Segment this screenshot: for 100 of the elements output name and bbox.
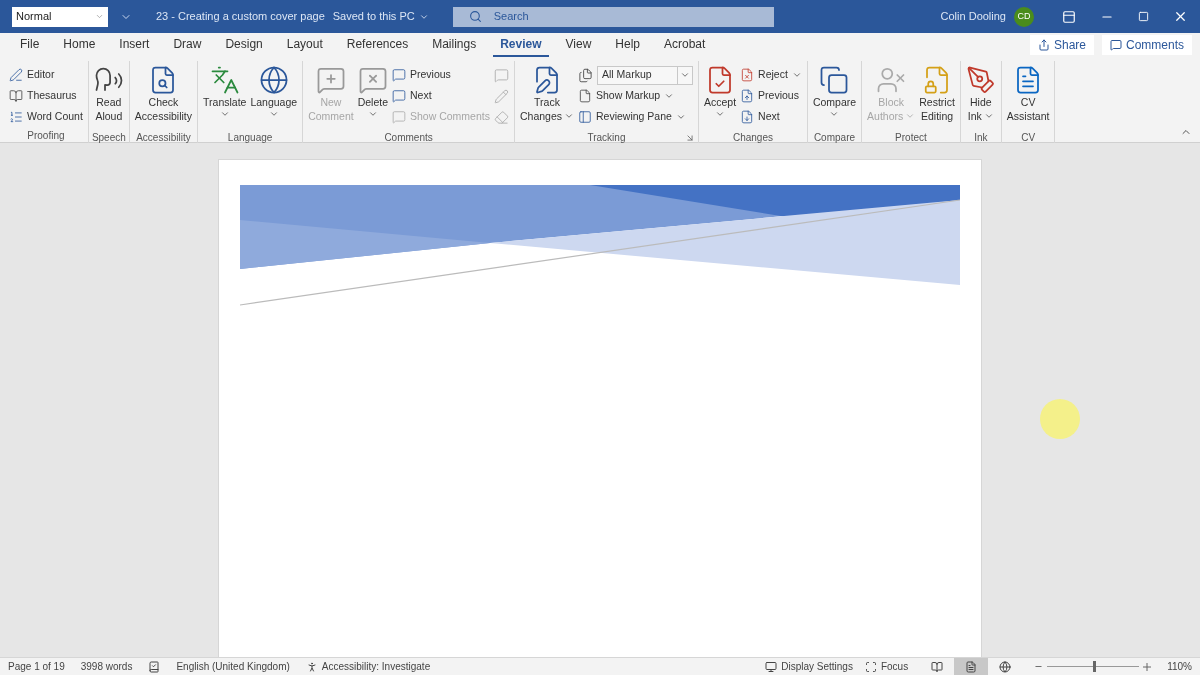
group-label: Tracking bbox=[587, 131, 626, 145]
ribbon-tab[interactable]: File bbox=[13, 33, 47, 57]
ribbon-button[interactable]: Thesaurus bbox=[9, 86, 77, 106]
page-count[interactable]: Page 1 of 19 bbox=[8, 659, 65, 674]
share-button[interactable]: Share bbox=[1029, 35, 1094, 55]
zoom-in-icon[interactable] bbox=[1143, 662, 1152, 671]
caret-icon bbox=[829, 109, 840, 119]
caret-icon bbox=[367, 109, 378, 119]
focus-icon bbox=[864, 660, 877, 673]
comment-icon bbox=[392, 110, 406, 124]
ribbon-tab[interactable]: References bbox=[339, 33, 416, 57]
cursor-highlight bbox=[1040, 399, 1080, 439]
user-name: Colin Dooling bbox=[940, 9, 1006, 25]
ribbon-button[interactable]: Accept bbox=[702, 61, 739, 131]
ribbon-button[interactable]: Translate bbox=[201, 61, 249, 131]
documents-icon bbox=[578, 67, 593, 83]
caret-icon bbox=[983, 111, 994, 121]
caret-icon bbox=[664, 91, 675, 101]
user-block-icon bbox=[876, 65, 907, 95]
caret-icon bbox=[268, 109, 279, 119]
book-icon bbox=[931, 660, 944, 673]
translate-icon bbox=[209, 65, 240, 95]
ribbon-tab[interactable]: Review bbox=[493, 33, 549, 57]
comment-icon bbox=[392, 68, 406, 82]
ribbon-button[interactable]: Previous bbox=[740, 86, 799, 106]
pen-icon bbox=[9, 68, 23, 82]
markup-select[interactable]: All Markup bbox=[597, 65, 693, 85]
ribbon-tab[interactable]: Design bbox=[218, 33, 270, 57]
group-label: Changes bbox=[732, 131, 773, 145]
caret-icon bbox=[791, 70, 802, 80]
ribbon-button[interactable]: Delete bbox=[355, 61, 390, 131]
group-label: Language bbox=[227, 131, 273, 145]
group-label: Protect bbox=[895, 131, 927, 145]
word-count[interactable]: 3998 words bbox=[80, 659, 133, 674]
ribbon-button[interactable]: Track Changes bbox=[517, 61, 576, 131]
ribbon-button[interactable]: Hide Ink bbox=[963, 61, 998, 131]
focus-button[interactable]: Focus bbox=[864, 659, 909, 674]
group-label: Proofing bbox=[27, 129, 65, 143]
dialog-launcher-icon[interactable] bbox=[685, 133, 695, 143]
ribbon-tab[interactable]: Draw bbox=[166, 33, 209, 57]
comments-button[interactable]: Comments bbox=[1102, 35, 1192, 55]
ribbon-button[interactable]: Restrict Editing bbox=[917, 61, 957, 131]
ribbon-button[interactable]: Next bbox=[740, 107, 780, 127]
comment-icon bbox=[1110, 39, 1122, 51]
accessibility-status[interactable]: Accessibility: Investigate bbox=[305, 659, 431, 674]
ribbon-tab[interactable]: Home bbox=[56, 33, 103, 57]
comment-delete-icon bbox=[357, 65, 388, 95]
proofing-icon[interactable] bbox=[148, 660, 161, 673]
document-icon bbox=[578, 89, 592, 103]
ribbon-tab[interactable]: Layout bbox=[279, 33, 330, 57]
group-label: Comments bbox=[384, 131, 433, 145]
ribbon-tab[interactable]: Mailings bbox=[425, 33, 484, 57]
ribbon-tab[interactable]: Insert bbox=[112, 33, 157, 57]
search-icon bbox=[468, 10, 482, 23]
ribbon-button[interactable]: Language bbox=[248, 61, 300, 131]
ribbon-button[interactable]: Compare bbox=[810, 61, 859, 131]
globe-icon bbox=[258, 65, 289, 95]
group-label: Speech bbox=[91, 131, 126, 145]
caret-icon bbox=[905, 111, 916, 121]
document-down-icon bbox=[740, 110, 755, 124]
caret-icon bbox=[675, 112, 686, 122]
monitor-icon bbox=[765, 660, 778, 673]
display-settings-button[interactable]: Display Settings bbox=[765, 659, 853, 674]
ribbon-button[interactable]: Read Aloud bbox=[91, 61, 126, 131]
book-icon bbox=[9, 89, 23, 103]
share-icon bbox=[1037, 39, 1050, 51]
style-box[interactable]: Normal bbox=[12, 6, 108, 27]
save-status[interactable]: Saved to this PC bbox=[332, 8, 429, 25]
caret-icon bbox=[715, 109, 726, 119]
zoom-level[interactable]: 110% bbox=[1167, 659, 1192, 674]
ribbon-tab[interactable]: View bbox=[558, 33, 599, 57]
document-x-icon bbox=[740, 68, 755, 82]
comment-icon bbox=[392, 89, 406, 103]
view-mode-button[interactable] bbox=[954, 658, 989, 675]
documents-icon bbox=[819, 65, 850, 95]
ribbon-button[interactable]: Editor bbox=[9, 65, 55, 85]
ribbon-button[interactable]: Word Count bbox=[9, 107, 83, 127]
ribbon-tab[interactable]: Help bbox=[608, 33, 647, 57]
ribbon-button[interactable]: CV Assistant bbox=[1004, 61, 1052, 131]
close-icon[interactable] bbox=[1173, 9, 1188, 24]
language-status[interactable]: English (United Kingdom) bbox=[176, 659, 290, 674]
zoom-thumb[interactable] bbox=[1093, 661, 1097, 672]
maximize-icon[interactable] bbox=[1138, 11, 1149, 22]
list-icon bbox=[9, 110, 23, 124]
ribbon-options-icon[interactable] bbox=[1062, 9, 1076, 24]
user-avatar[interactable]: CD bbox=[1014, 6, 1034, 27]
caret-icon bbox=[564, 111, 574, 121]
document-up-icon bbox=[740, 89, 755, 103]
ribbon-button[interactable]: Show Markup bbox=[578, 86, 675, 106]
ribbon-button[interactable]: Next bbox=[392, 86, 432, 106]
ribbon-button[interactable]: Reject bbox=[740, 65, 802, 85]
ribbon-button[interactable]: Previous bbox=[392, 65, 451, 85]
ribbon-button[interactable]: Reviewing Pane bbox=[578, 107, 686, 127]
ribbon-button[interactable]: Check Accessibility bbox=[132, 61, 195, 131]
caret-icon bbox=[680, 70, 690, 80]
group-label: Accessibility bbox=[136, 131, 191, 145]
group-label: Compare bbox=[813, 131, 856, 145]
ribbon-tab[interactable]: Acrobat bbox=[657, 33, 713, 57]
search-field[interactable]: Search bbox=[452, 6, 774, 27]
group-label: Ink bbox=[974, 131, 988, 145]
